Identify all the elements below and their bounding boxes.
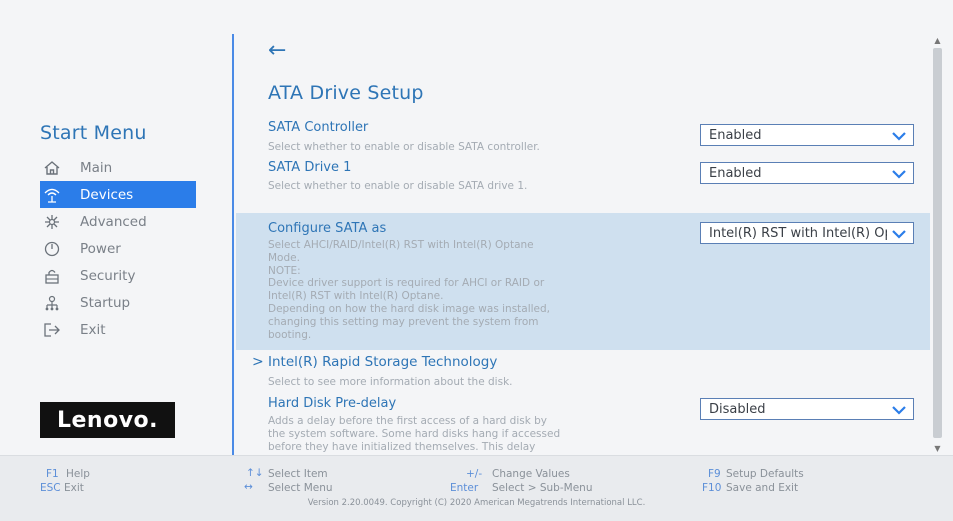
setting-help: Select to see more information about the… xyxy=(268,376,513,388)
key-updown-desc: Select Item xyxy=(268,468,328,480)
menu-item-advanced[interactable]: Advanced xyxy=(40,208,196,235)
page-title: ATA Drive Setup xyxy=(268,82,424,104)
home-icon xyxy=(42,160,62,176)
lenovo-logo: Lenovo. xyxy=(40,402,175,438)
menu-item-label: Power xyxy=(80,240,121,257)
sata-controller-dropdown[interactable]: Enabled xyxy=(700,124,914,146)
setting-help: Select AHCI/RAID/Intel(R) RST with Intel… xyxy=(268,239,551,341)
back-arrow-icon[interactable]: ← xyxy=(268,40,286,62)
chevron-down-icon xyxy=(892,132,906,141)
submenu-arrow-icon: > xyxy=(252,354,264,370)
dropdown-value: Enabled xyxy=(709,166,762,181)
menu-item-security[interactable]: Security xyxy=(40,262,196,289)
sata-drive-1-dropdown[interactable]: Enabled xyxy=(700,162,914,184)
setting-help: Select whether to enable or disable SATA… xyxy=(268,141,540,153)
key-plusminus: +/- xyxy=(466,468,483,480)
setting-help: Adds a delay before the first access of … xyxy=(268,415,561,453)
scrollbar-thumb[interactable] xyxy=(933,48,942,438)
start-menu-sidebar: Start Menu Main Devices Advanced Power S… xyxy=(0,0,232,455)
menu-item-label: Exit xyxy=(80,321,106,338)
menu-item-startup[interactable]: Startup xyxy=(40,289,196,316)
dropdown-value: Enabled xyxy=(709,128,762,143)
submenu-intel-rst[interactable]: > Intel(R) Rapid Storage Technology Sele… xyxy=(236,354,930,390)
menu-item-power[interactable]: Power xyxy=(40,235,196,262)
key-f1-desc: Help xyxy=(66,468,90,480)
menu-item-label: Main xyxy=(80,159,113,176)
start-menu-list: Main Devices Advanced Power Security Sta… xyxy=(40,154,196,343)
menu-item-label: Advanced xyxy=(80,213,147,230)
power-icon xyxy=(42,241,62,257)
advanced-icon xyxy=(42,214,62,230)
menu-item-main[interactable]: Main xyxy=(40,154,196,181)
predelay-dropdown[interactable]: Disabled xyxy=(700,398,914,420)
setting-label: Hard Disk Pre-delay xyxy=(268,396,397,411)
key-leftright-desc: Select Menu xyxy=(268,482,333,494)
chevron-down-icon xyxy=(892,230,906,239)
dropdown-value: Intel(R) RST with Intel(R) Optane xyxy=(709,226,887,241)
scroll-down-icon[interactable]: ▼ xyxy=(933,444,942,453)
configure-sata-dropdown[interactable]: Intel(R) RST with Intel(R) Optane xyxy=(700,222,914,244)
key-esc: ESC xyxy=(40,482,61,494)
key-f9: F9 xyxy=(708,468,721,480)
chevron-down-icon xyxy=(892,170,906,179)
key-leftright: ↔ xyxy=(244,481,253,493)
menu-item-label: Security xyxy=(80,267,136,284)
setting-help: Select whether to enable or disable SATA… xyxy=(268,180,528,192)
setting-configure-sata[interactable]: Configure SATA as Select AHCI/RAID/Intel… xyxy=(236,213,930,350)
setting-label: SATA Controller xyxy=(268,120,369,135)
scroll-up-icon[interactable]: ▲ xyxy=(933,36,942,45)
key-f1: F1 xyxy=(46,468,59,480)
menu-item-label: Devices xyxy=(80,186,134,203)
panel-divider xyxy=(232,34,234,455)
startup-icon xyxy=(42,295,62,311)
lock-icon xyxy=(42,268,62,284)
menu-item-devices[interactable]: Devices xyxy=(40,181,196,208)
setting-label: SATA Drive 1 xyxy=(268,160,352,175)
key-esc-desc: Exit xyxy=(64,482,84,494)
start-menu-title: Start Menu xyxy=(40,122,147,144)
setting-label: Intel(R) Rapid Storage Technology xyxy=(268,354,498,370)
key-f9-desc: Setup Defaults xyxy=(726,468,804,480)
setting-label: Configure SATA as xyxy=(268,221,387,236)
dropdown-value: Disabled xyxy=(709,402,766,417)
menu-item-exit[interactable]: Exit xyxy=(40,316,196,343)
key-enter-desc: Select > Sub-Menu xyxy=(492,482,593,494)
setting-hard-disk-predelay[interactable]: Hard Disk Pre-delay Adds a delay before … xyxy=(236,396,930,454)
setting-sata-drive-1[interactable]: SATA Drive 1 Select whether to enable or… xyxy=(236,160,930,196)
key-f10: F10 xyxy=(702,482,722,494)
chevron-down-icon xyxy=(892,406,906,415)
vertical-scrollbar[interactable]: ▲ ▼ xyxy=(933,34,942,455)
setting-sata-controller[interactable]: SATA Controller Select whether to enable… xyxy=(236,120,930,156)
key-updown: ↑↓ xyxy=(246,467,264,479)
menu-item-label: Startup xyxy=(80,294,131,311)
version-text: Version 2.20.0049. Copyright (C) 2020 Am… xyxy=(307,498,646,508)
key-enter: Enter xyxy=(450,482,479,494)
exit-icon xyxy=(42,322,62,338)
devices-icon xyxy=(42,187,62,203)
key-f10-desc: Save and Exit xyxy=(726,482,799,494)
key-plusminus-desc: Change Values xyxy=(492,468,570,480)
